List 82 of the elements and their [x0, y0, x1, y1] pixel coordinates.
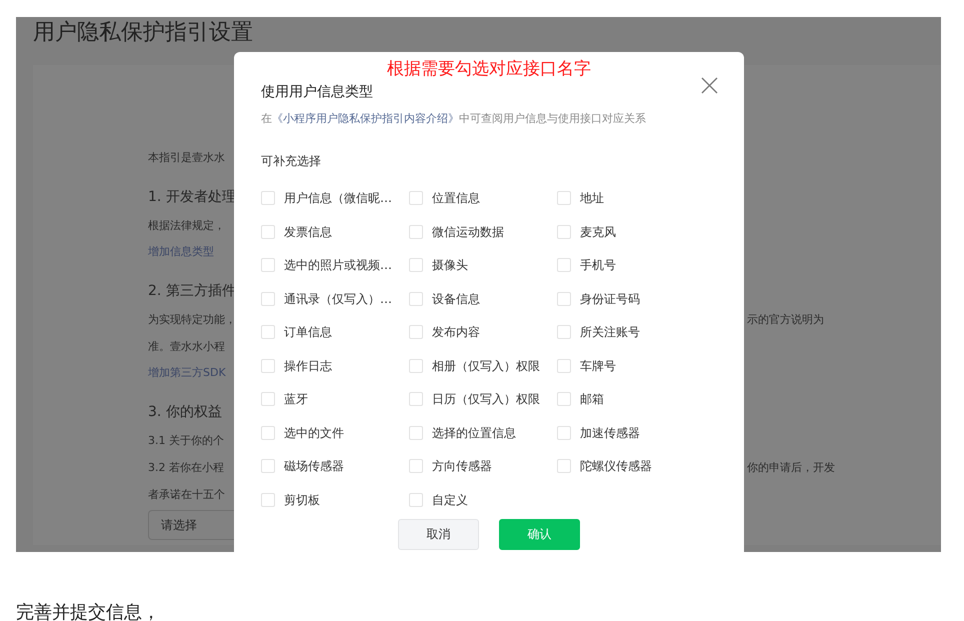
option-label: 邮箱 — [580, 391, 604, 408]
option-label: 通讯录（仅写入）… — [284, 290, 392, 308]
checkbox[interactable] — [557, 358, 571, 373]
cancel-button[interactable]: 取消 — [398, 518, 479, 550]
checkbox[interactable] — [557, 224, 571, 239]
checkbox[interactable] — [261, 492, 275, 507]
body-text: 你的申请后，开发 — [747, 460, 835, 474]
dialog-title: 使用用户信息类型 — [261, 83, 373, 102]
section-heading: 2. 第三方插件 — [148, 282, 236, 298]
option-label: 选择的位置信息 — [432, 424, 516, 442]
checkbox[interactable] — [557, 191, 571, 206]
checkbox[interactable] — [261, 292, 275, 306]
body-text: 3.2 若你在小程 — [148, 460, 224, 474]
option-label: 发票信息 — [284, 224, 332, 241]
body-text: 示的官方说明为 — [747, 312, 824, 326]
annotation-text: 根据需要勾选对应接口名字 — [387, 58, 591, 82]
add-link[interactable]: 增加第三方SDK — [148, 366, 226, 379]
option-label: 用户信息（微信昵… — [284, 190, 392, 208]
checkbox[interactable] — [261, 325, 275, 340]
confirm-button[interactable]: 确认 — [499, 518, 580, 550]
option-label: 订单信息 — [284, 324, 332, 342]
option-label: 麦克风 — [580, 224, 616, 241]
checkbox[interactable] — [409, 459, 423, 474]
body-text: 者承诺在十五个 — [148, 488, 225, 500]
option-label: 选中的文件 — [284, 424, 344, 442]
option-label: 所关注账号 — [580, 324, 640, 342]
hint-text: 在《小程序用户隐私保护指引内容介绍》中可查阅用户信息与使用接口对应关系 — [261, 111, 647, 127]
checkbox[interactable] — [261, 191, 275, 206]
checkbox[interactable] — [557, 426, 571, 440]
checkbox[interactable] — [557, 325, 571, 340]
checkbox[interactable] — [409, 191, 423, 206]
checkbox[interactable] — [557, 459, 571, 474]
option-label: 选中的照片或视频… — [284, 257, 392, 274]
checkbox[interactable] — [261, 224, 275, 239]
body-text: 为实现特定功能， — [148, 312, 236, 326]
checkbox[interactable] — [409, 492, 423, 507]
option-label: 微信运动数据 — [432, 224, 504, 241]
checkbox[interactable] — [261, 358, 275, 373]
body-text: 准。壹水水小程 — [148, 340, 225, 352]
checkbox[interactable] — [557, 292, 571, 306]
option-label: 地址 — [580, 190, 604, 208]
checkbox[interactable] — [409, 426, 423, 440]
checkbox[interactable] — [261, 392, 275, 406]
body-text: 3.1 关于你的个 — [148, 434, 224, 446]
option-label: 手机号 — [580, 257, 616, 274]
body-text: 根据法律规定， — [148, 218, 225, 232]
option-label: 操作日志 — [284, 358, 332, 375]
checkbox[interactable] — [409, 258, 423, 272]
checkbox[interactable] — [261, 258, 275, 272]
option-label: 设备信息 — [432, 290, 480, 308]
section-heading: 3. 你的权益 — [148, 404, 222, 420]
checkbox[interactable] — [409, 224, 423, 239]
option-label: 加速传感器 — [580, 424, 640, 442]
body-text: 本指引是壹水水 — [148, 150, 225, 164]
option-label: 相册（仅写入）权限 — [432, 358, 540, 375]
close-icon — [700, 77, 718, 94]
option-label: 磁场传感器 — [284, 458, 344, 476]
option-label: 自定义 — [432, 492, 468, 509]
option-label: 摄像头 — [432, 257, 468, 274]
caption-text: 完善并提交信息， — [16, 602, 160, 621]
checkbox[interactable] — [409, 325, 423, 340]
option-label: 方向传感器 — [432, 458, 492, 476]
checkbox[interactable] — [261, 426, 275, 440]
close-button[interactable] — [699, 76, 719, 96]
option-label: 蓝牙 — [284, 391, 308, 408]
option-label: 身份证号码 — [580, 290, 640, 308]
page-title: 用户隐私保护指引设置 — [33, 18, 253, 46]
section-label: 可补充选择 — [261, 154, 321, 168]
option-label: 陀螺仪传感器 — [580, 458, 652, 476]
option-label: 发布内容 — [432, 324, 480, 342]
option-label: 车牌号 — [580, 358, 616, 375]
option-label: 位置信息 — [432, 190, 480, 208]
add-link[interactable]: 增加信息类型 — [148, 245, 214, 258]
checkbox[interactable] — [409, 292, 423, 306]
guide-link[interactable]: 《小程序用户隐私保护指引内容介绍》 — [272, 112, 459, 125]
option-label: 日历（仅写入）权限 — [432, 391, 540, 408]
checkbox[interactable] — [557, 392, 571, 406]
option-label: 剪切板 — [284, 492, 320, 509]
checkbox[interactable] — [557, 258, 571, 272]
checkbox[interactable] — [409, 358, 423, 373]
checkbox[interactable] — [409, 392, 423, 406]
checkbox[interactable] — [261, 459, 275, 474]
